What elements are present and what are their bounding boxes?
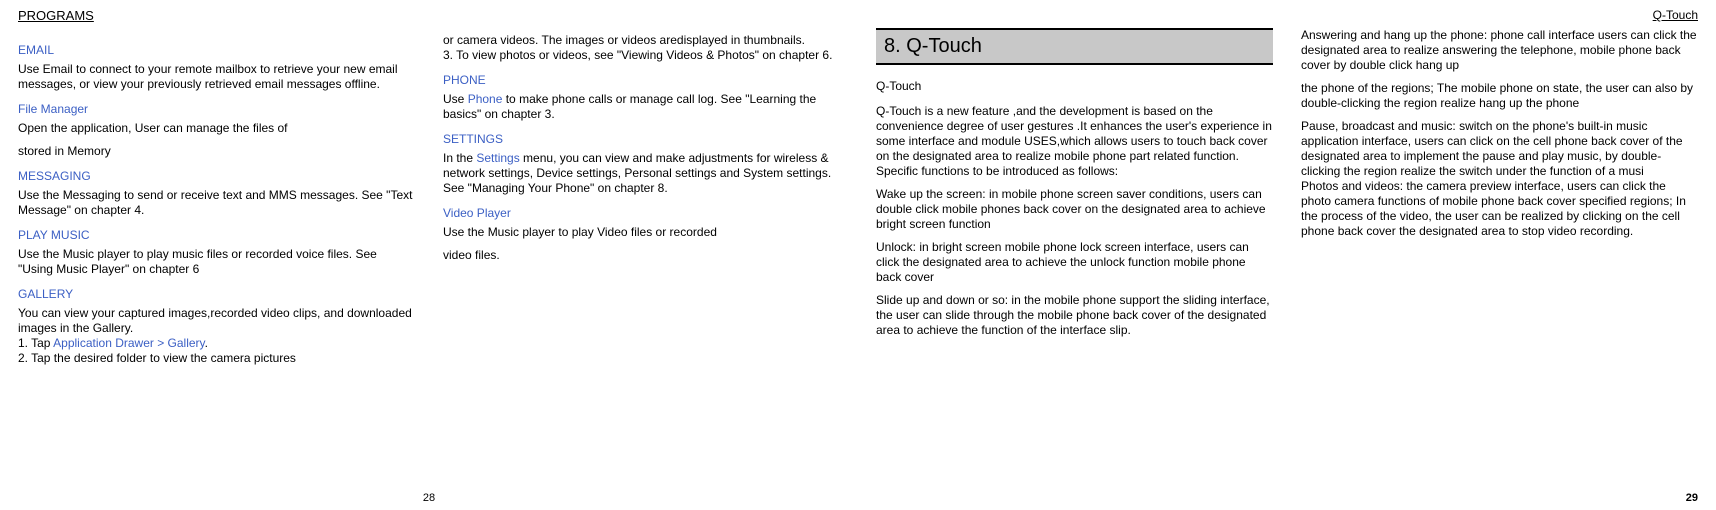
qtouch-photos: Photos and videos: the camera preview in…	[1301, 179, 1698, 239]
left-col-1: EMAIL Use Email to connect to your remot…	[18, 33, 415, 366]
phone-text-a: Use	[443, 92, 468, 106]
video-player-text-2: video files.	[443, 248, 840, 263]
settings-text-a: In the	[443, 151, 476, 165]
qtouch-subtitle: Q-Touch	[876, 79, 1273, 94]
gallery-heading: GALLERY	[18, 287, 415, 302]
qtouch-slide: Slide up and down or so: in the mobile p…	[876, 293, 1273, 338]
page-number-right: 29	[1686, 492, 1698, 504]
file-manager-text-2: stored in Memory	[18, 144, 415, 159]
gallery-text-1: You can view your captured images,record…	[18, 306, 415, 336]
qtouch-unlock: Unlock: in bright screen mobile phone lo…	[876, 240, 1273, 285]
qtouch-region: the phone of the regions; The mobile pho…	[1301, 81, 1698, 111]
qtouch-pause: Pause, broadcast and music: switch on th…	[1301, 119, 1698, 179]
qtouch-intro: Q-Touch is a new feature ,and the develo…	[876, 104, 1273, 179]
right-col-1: 8. Q-Touch Q-Touch Q-Touch is a new feat…	[876, 28, 1273, 346]
page-right: Q-Touch 8. Q-Touch Q-Touch Q-Touch is a …	[858, 0, 1716, 510]
qtouch-wake: Wake up the screen: in mobile phone scre…	[876, 187, 1273, 232]
play-music-heading: PLAY MUSIC	[18, 228, 415, 243]
file-manager-heading: File Manager	[18, 102, 415, 117]
page-left: PROGRAMS EMAIL Use Email to connect to y…	[0, 0, 858, 510]
play-music-text: Use the Music player to play music files…	[18, 247, 415, 277]
section-banner: 8. Q-Touch	[876, 28, 1273, 65]
phone-text: Use Phone to make phone calls or manage …	[443, 92, 840, 122]
gallery-step-2: 2. Tap the desired folder to view the ca…	[18, 351, 415, 366]
messaging-text: Use the Messaging to send or receive tex…	[18, 188, 415, 218]
settings-heading: SETTINGS	[443, 132, 840, 147]
page-number-left: 28	[423, 492, 435, 504]
settings-link: Settings	[476, 151, 519, 165]
video-player-heading: Video Player	[443, 206, 840, 221]
header-programs: PROGRAMS	[18, 8, 840, 23]
email-heading: EMAIL	[18, 43, 415, 58]
settings-text: In the Settings menu, you can view and m…	[443, 151, 840, 196]
left-col-2: or camera videos. The images or videos a…	[443, 33, 840, 366]
header-qtouch: Q-Touch	[876, 8, 1698, 22]
file-manager-text-1: Open the application, User can manage th…	[18, 121, 415, 136]
gallery-cont-2: 3. To view photos or videos, see "Viewin…	[443, 48, 840, 63]
right-columns: 8. Q-Touch Q-Touch Q-Touch is a new feat…	[876, 28, 1698, 346]
left-columns: EMAIL Use Email to connect to your remot…	[18, 33, 840, 366]
qtouch-answer: Answering and hang up the phone: phone c…	[1301, 28, 1698, 73]
gallery-step-1c: .	[205, 336, 208, 350]
email-text: Use Email to connect to your remote mail…	[18, 62, 415, 92]
messaging-heading: MESSAGING	[18, 169, 415, 184]
phone-heading: PHONE	[443, 73, 840, 88]
phone-link: Phone	[468, 92, 503, 106]
gallery-step-1: 1. Tap Application Drawer > Gallery.	[18, 336, 415, 351]
gallery-cont-1: or camera videos. The images or videos a…	[443, 33, 840, 48]
right-col-2: Answering and hang up the phone: phone c…	[1301, 28, 1698, 346]
gallery-link: Application Drawer > Gallery	[53, 336, 205, 350]
gallery-step-1a: 1. Tap	[18, 336, 53, 350]
video-player-text-1: Use the Music player to play Video files…	[443, 225, 840, 240]
